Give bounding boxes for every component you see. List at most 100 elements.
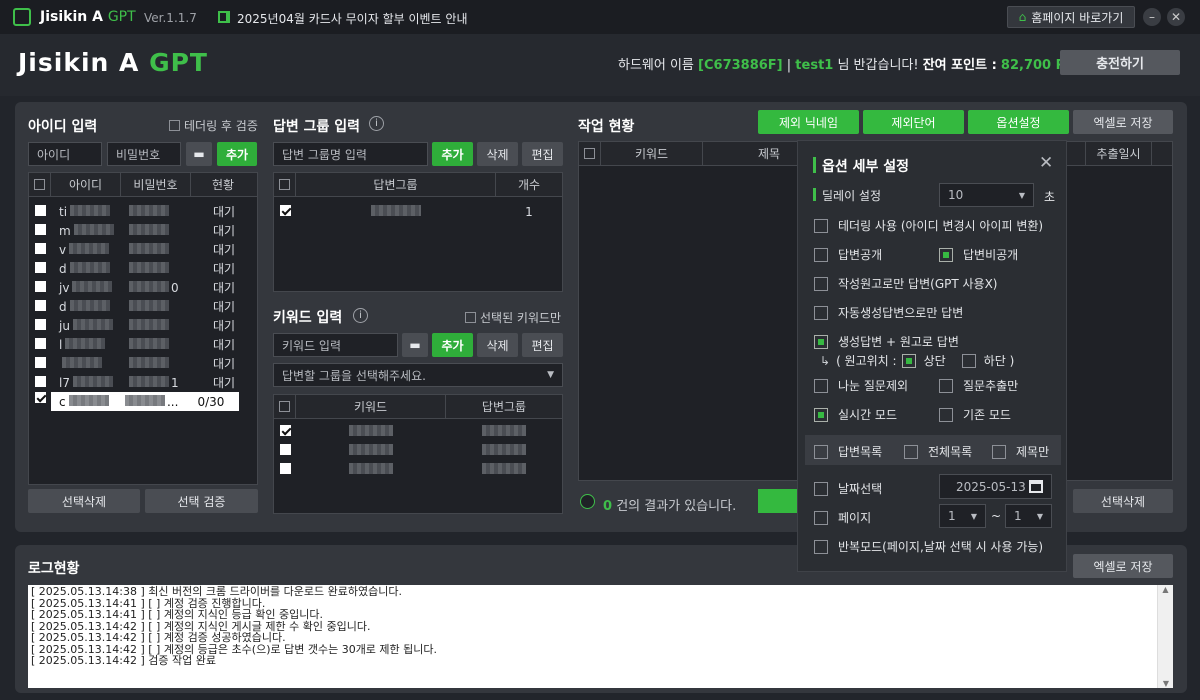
table-row[interactable]: 1 [274,202,562,221]
work-excel-button[interactable]: 엑셀로 저장 [1073,110,1173,134]
list-all-option[interactable]: 전체목록 [904,443,972,460]
row-checkbox[interactable] [34,204,46,216]
select-all-checkbox[interactable] [584,148,595,159]
table-row[interactable] [274,441,562,460]
select-all-checkbox[interactable] [34,179,45,190]
password-input[interactable]: 비밀번호 [107,142,181,166]
checkbox[interactable] [992,444,1006,459]
row-checkbox[interactable] [34,356,46,368]
row-checkbox[interactable] [35,392,46,403]
table-row[interactable]: d 대기 [29,259,257,278]
page-from-select[interactable]: 1 ▼ [939,504,986,528]
checkbox[interactable] [814,247,828,262]
row-checkbox[interactable] [279,462,291,474]
folder-icon[interactable]: ▬ [402,333,428,357]
repeat-option[interactable]: 반복모드(페이지,날짜 선택 시 사용 가능) [814,538,1043,555]
log-excel-button[interactable]: 엑셀로 저장 [1073,554,1173,578]
add-group-button[interactable]: 추가 [432,142,473,166]
row-checkbox[interactable] [279,443,291,455]
page-to-select[interactable]: 1 ▼ [1005,504,1052,528]
add-keyword-button[interactable]: 추가 [432,333,473,357]
pos-bottom-checkbox[interactable] [961,353,976,368]
tether-verify-check[interactable]: 테더링 후 검증 [169,117,258,134]
charge-button[interactable]: 충전하기 [1060,50,1180,75]
checkbox[interactable] [814,407,828,422]
table-row[interactable]: ti 대기 [29,202,257,221]
own-only-option[interactable]: 작성원고로만 답변(GPT 사용X) [814,275,997,292]
checkbox[interactable] [939,378,953,393]
gen-plus-option[interactable]: 생성답변 + 원고로 답변 [814,333,959,350]
minimize-button[interactable]: – [1143,8,1161,26]
log-scrollbar[interactable]: ▲ ▼ [1157,585,1173,688]
normal-mode-option[interactable]: 기존 모드 [939,406,1011,423]
tether-option[interactable]: 테더링 사용 (아이디 변경시 아이피 변환) [814,217,1043,234]
table-row[interactable] [274,460,562,479]
info-icon[interactable]: i [353,308,368,323]
info-icon[interactable]: i [369,116,384,131]
id-input[interactable]: 아이디 [28,142,102,166]
row-checkbox[interactable] [34,242,46,254]
checkbox[interactable] [814,444,828,459]
row-checkbox[interactable] [34,261,46,273]
add-id-button[interactable]: 추가 [217,142,257,166]
row-checkbox[interactable] [34,337,46,349]
group-input[interactable]: 답변 그룹명 입력 [273,142,428,166]
only-selected-check[interactable]: 선택된 키워드만 [465,309,561,326]
row-checkbox[interactable] [279,204,291,216]
table-row[interactable]: v 대기 [29,240,257,259]
row-checkbox[interactable] [34,223,46,235]
select-all-checkbox[interactable] [279,401,290,412]
checkbox[interactable] [939,407,953,422]
calendar-icon[interactable] [1029,480,1043,493]
table-row[interactable]: m 대기 [29,221,257,240]
title-only-option[interactable]: 제목만 [992,443,1049,460]
exclude-nick-button[interactable]: 제외 닉네임 [758,110,859,134]
homepage-button[interactable]: ⌂ 홈페이지 바로가기 [1007,6,1135,28]
checkbox[interactable] [939,247,953,262]
start-button[interactable] [758,489,798,513]
date-option[interactable]: 날짜선택 [814,480,882,497]
delete-group-button[interactable]: 삭제 [477,142,518,166]
folder-icon[interactable]: ▬ [186,142,212,166]
row-checkbox[interactable] [34,299,46,311]
id-verify-button[interactable]: 선택 검증 [145,489,258,513]
table-row[interactable]: l 대기 [29,335,257,354]
row-checkbox[interactable] [34,375,46,387]
delay-select[interactable]: 10 ▼ [939,183,1034,207]
checkbox[interactable] [814,305,828,320]
option-settings-button[interactable]: 옵션설정 [968,110,1069,134]
realtime-option[interactable]: 실시간 모드 [814,406,897,423]
checkbox[interactable] [814,218,828,233]
checkbox[interactable] [814,481,828,496]
page-option[interactable]: 페이지 [814,509,871,526]
close-window-button[interactable]: ✕ [1167,8,1185,26]
public-option[interactable]: 답변공개 [814,246,882,263]
exclude-word-button[interactable]: 제외단어 [863,110,964,134]
no-nanum-option[interactable]: 나눈 질문제외 [814,377,908,394]
checkbox[interactable] [904,444,918,459]
date-picker[interactable]: 2025-05-13 [939,474,1052,499]
table-row[interactable]: jv 0 대기 [29,278,257,297]
table-row[interactable]: d 대기 [29,297,257,316]
log-area[interactable]: [ 2025.05.13.14:38 ] 최신 버전의 크롬 드라이버를 다운로… [28,585,1173,688]
extract-only-option[interactable]: 질문추출만 [939,377,1018,394]
table-row[interactable]: l7 1 대기 [29,373,257,392]
edit-group-button[interactable]: 편집 [522,142,563,166]
checkbox[interactable] [169,120,180,131]
table-row[interactable]: c... 0/30 [51,392,239,411]
delete-keyword-button[interactable]: 삭제 [477,333,518,357]
private-option[interactable]: 답변비공개 [939,246,1018,263]
checkbox[interactable] [814,334,828,349]
auto-only-option[interactable]: 자동생성답변으로만 답변 [814,304,963,321]
row-checkbox[interactable] [34,318,46,330]
table-row[interactable]: 대기 [29,354,257,373]
checkbox[interactable] [814,539,828,554]
notice-link[interactable]: 2025년04월 카드사 무이자 할부 이벤트 안내 [237,10,467,27]
select-all-checkbox[interactable] [279,179,290,190]
row-checkbox[interactable] [34,280,46,292]
group-select[interactable]: 답변할 그룹을 선택해주세요. ▼ [273,363,563,387]
checkbox[interactable] [465,312,476,323]
list-answer-option[interactable]: 답변목록 [814,443,882,460]
table-row[interactable] [274,422,562,441]
keyword-input[interactable]: 키워드 입력 [273,333,398,357]
